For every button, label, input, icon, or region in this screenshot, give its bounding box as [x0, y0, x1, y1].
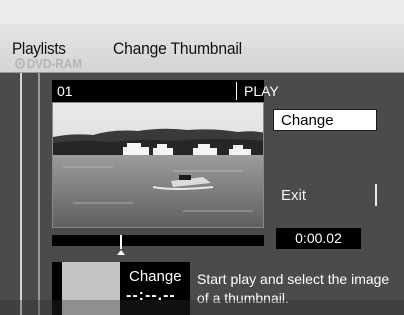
video-number: 01: [57, 83, 73, 99]
bottom-shade: [0, 300, 404, 315]
disc-indicator: DVD-RAM: [15, 56, 82, 71]
exit-button[interactable]: Exit: [273, 184, 377, 206]
page-title: Change Thumbnail: [113, 39, 242, 58]
disc-type-label: DVD-RAM: [26, 56, 82, 71]
screen: Playlists Change Thumbnail DVD-RAM 01 PL…: [0, 0, 404, 315]
left-rail: [20, 73, 22, 315]
video-preview: [52, 102, 264, 228]
header-top-band: [0, 0, 404, 24]
water: [53, 155, 263, 227]
playback-time: 0:00.02: [276, 228, 361, 249]
speedboat-cabin: [179, 175, 191, 180]
video-status: PLAY: [244, 83, 279, 99]
left-rail-inner: [38, 73, 40, 315]
change-button[interactable]: Change: [273, 109, 377, 131]
video-header-divider: [236, 82, 237, 100]
video-frame-image: [53, 103, 263, 227]
video-header: 01 PLAY: [52, 80, 279, 102]
thumbnail-label: Change: [129, 268, 182, 285]
timeline-bar[interactable]: [52, 235, 264, 246]
disc-icon: [15, 58, 25, 69]
playhead-arrow-icon: [117, 250, 125, 255]
playhead-marker-icon[interactable]: [120, 235, 122, 249]
